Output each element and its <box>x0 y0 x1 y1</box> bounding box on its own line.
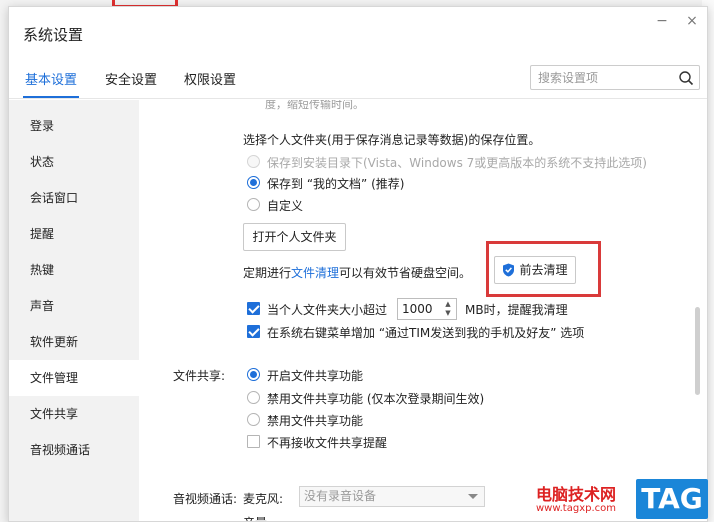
volume-label: 音量 <box>243 514 267 521</box>
sidebar-item-chat-window[interactable]: 会话窗口 <box>9 180 139 216</box>
context-menu-label: 在系统右键菜单增加 “通过TIM发送到我的手机及好友” 选项 <box>267 326 585 340</box>
sidebar-item-av-call[interactable]: 音视频通话 <box>9 432 139 468</box>
radio-enable-sharing-label: 开启文件共享功能 <box>267 369 364 383</box>
context-menu-checkbox[interactable] <box>247 325 260 338</box>
radio-my-documents[interactable] <box>247 176 260 189</box>
sidebar-item-file-management[interactable]: 文件管理 <box>9 360 139 396</box>
radio-my-documents-label: 保存到 “我的文档” (推荐) <box>267 177 405 191</box>
size-reminder-checkbox[interactable] <box>247 302 260 315</box>
sidebar-item-sound[interactable]: 声音 <box>9 288 139 324</box>
folder-size-input[interactable] <box>398 299 438 319</box>
settings-content: 度，缩短传输时间。 选择个人文件夹(用于保存消息记录等数据)的保存位置。 保存到… <box>139 100 699 521</box>
stepper-arrows[interactable]: ▲ ▼ <box>442 300 454 318</box>
content-scrollbar[interactable] <box>695 307 700 395</box>
watermark-tag-logo: TAG <box>636 479 708 519</box>
cleanup-prefix: 定期进行 <box>243 266 292 280</box>
title-bar: 系统设置 − × <box>9 7 707 57</box>
sidebar-item-reminder[interactable]: 提醒 <box>9 216 139 252</box>
active-tab-indicator <box>23 96 79 98</box>
size-reminder-label: 当个人文件夹大小超过 <box>267 303 388 317</box>
folder-location-prompt: 选择个人文件夹(用于保存消息记录等数据)的保存位置。 <box>243 133 541 147</box>
radio-disable-sharing-label: 禁用文件共享功能 <box>267 414 364 428</box>
no-sharing-reminder-label: 不再接收文件共享提醒 <box>267 436 388 450</box>
cleanup-hint: 定期进行文件清理可以有效节省硬盘空间。 <box>243 264 471 281</box>
settings-tabs: 基本设置 安全设置 权限设置 <box>9 57 707 99</box>
watermark-text: 电脑技术网 <box>536 485 617 504</box>
file-cleanup-link[interactable]: 文件清理 <box>291 266 339 280</box>
watermark-url: www.tagxp.com <box>536 503 616 514</box>
cleanup-suffix: 可以有效节省硬盘空间。 <box>339 266 472 280</box>
close-button[interactable]: × <box>682 13 702 29</box>
settings-sidebar: 登录 状态 会话窗口 提醒 热键 声音 软件更新 文件管理 文件共享 音视频通话 <box>9 100 139 521</box>
chevron-down-icon <box>468 494 478 499</box>
highlight-box <box>486 241 601 297</box>
sidebar-item-file-sharing[interactable]: 文件共享 <box>9 396 139 432</box>
radio-custom-label: 自定义 <box>267 199 304 213</box>
radio-disable-sharing-session[interactable] <box>247 391 260 404</box>
radio-enable-sharing[interactable] <box>247 368 260 381</box>
microphone-select-value: 没有录音设备 <box>304 489 377 503</box>
window-title: 系统设置 <box>23 26 84 44</box>
size-reminder-suffix: MB时，提醒我清理 <box>465 303 568 317</box>
av-call-section-label: 音视频通话: <box>173 492 238 506</box>
microphone-select[interactable]: 没有录音设备 <box>299 486 485 507</box>
tab-permission-settings[interactable]: 权限设置 <box>184 69 236 88</box>
tab-security-settings[interactable]: 安全设置 <box>105 69 157 88</box>
search-icon[interactable] <box>678 70 694 86</box>
file-sharing-section-label: 文件共享: <box>173 369 226 383</box>
minimize-button[interactable]: − <box>652 13 672 29</box>
sidebar-item-software-update[interactable]: 软件更新 <box>9 324 139 360</box>
radio-disable-sharing[interactable] <box>247 413 260 426</box>
sidebar-item-status[interactable]: 状态 <box>9 144 139 180</box>
microphone-label: 麦克风: <box>243 492 284 506</box>
sidebar-item-hotkeys[interactable]: 热键 <box>9 252 139 288</box>
search-box <box>530 65 700 90</box>
search-input[interactable] <box>531 66 671 89</box>
open-personal-folder-button[interactable]: 打开个人文件夹 <box>243 223 346 251</box>
radio-install-dir[interactable] <box>247 155 260 168</box>
truncated-description: 度，缩短传输时间。 <box>265 100 364 111</box>
sidebar-item-login[interactable]: 登录 <box>9 108 139 144</box>
no-sharing-reminder-checkbox[interactable] <box>247 435 260 448</box>
settings-window: 系统设置 − × 基本设置 安全设置 权限设置 登录 状态 会话窗口 提醒 热键… <box>8 6 708 522</box>
radio-install-dir-label: 保存到安装目录下(Vista、Windows 7或更高版本的系统不支持此选项) <box>267 156 647 170</box>
tab-basic-settings[interactable]: 基本设置 <box>25 69 77 88</box>
radio-disable-sharing-session-label: 禁用文件共享功能 (仅本次登录期间生效) <box>267 392 485 406</box>
radio-custom[interactable] <box>247 198 260 211</box>
folder-size-stepper: ▲▼ <box>397 298 457 320</box>
site-watermark: 电脑技术网 www.tagxp.com TAG <box>524 477 714 522</box>
